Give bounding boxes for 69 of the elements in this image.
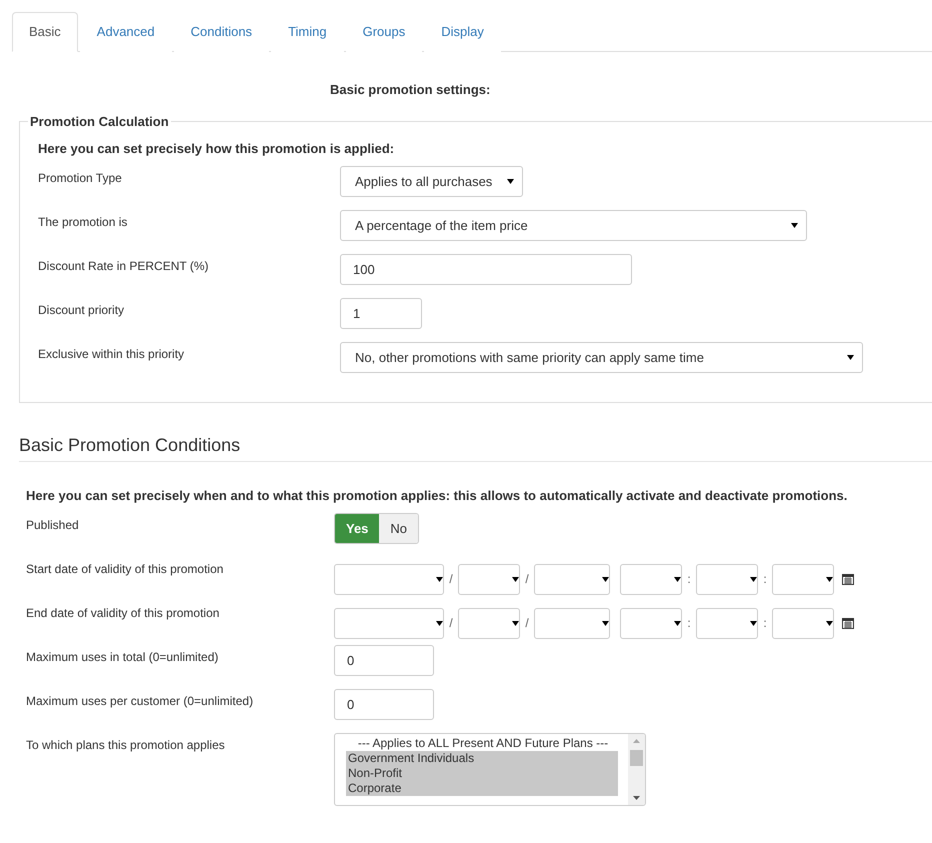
caret-icon: [512, 576, 519, 582]
separator-text: :: [762, 572, 768, 586]
list-option[interactable]: Corporate: [346, 781, 618, 796]
list-option[interactable]: --- Applies to ALL Present AND Future Plans ---: [346, 736, 618, 751]
separator-text: /: [524, 616, 530, 630]
tab[interactable]: Basic: [12, 12, 78, 52]
caret-icon: [750, 576, 757, 582]
toggle-button[interactable]: Yes: [335, 514, 380, 543]
list-option[interactable]: Government Individuals: [346, 751, 618, 766]
page-title: Basic promotion settings:: [330, 82, 492, 98]
dropdown[interactable]: [534, 608, 610, 638]
dropdown[interactable]: [458, 564, 520, 594]
field-label: Start date of validity of this promotion: [26, 561, 224, 578]
fieldset-legend: Promotion Calculation: [28, 114, 171, 129]
dropdown[interactable]: No, other promotions with same priority can apply same time: [340, 342, 863, 373]
dropdown[interactable]: [334, 608, 444, 638]
caret-icon: [826, 620, 833, 626]
calendar-icon[interactable]: [842, 573, 854, 585]
dropdown[interactable]: [534, 564, 610, 594]
separator-text: :: [686, 572, 692, 586]
separator-text: /: [524, 572, 530, 586]
caret-icon: [750, 620, 757, 626]
scrollbar[interactable]: [628, 734, 645, 805]
intro-text: Here you can set precisely how this promotion is applied:: [38, 141, 396, 156]
separator-text: /: [448, 616, 454, 630]
input-field[interactable]: 1: [340, 298, 422, 329]
separator-text: /: [448, 572, 454, 586]
separator-text: :: [762, 616, 768, 630]
field-label: Published: [26, 517, 80, 534]
field-label: Discount priority: [38, 302, 126, 319]
dropdown[interactable]: Applies to all purchases: [340, 166, 523, 197]
caret-icon: [791, 223, 798, 228]
field-label: Maximum uses in total (0=unlimited): [26, 649, 220, 666]
dropdown[interactable]: [772, 564, 834, 594]
caret-icon: [436, 576, 443, 582]
caret-icon: [436, 620, 443, 626]
field-label: The promotion is: [38, 214, 128, 231]
dropdown[interactable]: [620, 608, 682, 638]
toggle-button[interactable]: No: [379, 514, 418, 543]
separator-text: :: [686, 616, 692, 630]
field-label: End date of validity of this promotion: [26, 605, 220, 622]
caret-icon: [674, 576, 681, 582]
input-field[interactable]: 0: [334, 689, 434, 720]
input-field[interactable]: 0: [334, 645, 434, 676]
dropdown[interactable]: [620, 564, 682, 594]
input-field[interactable]: 100: [340, 254, 632, 285]
caret-icon: [826, 576, 833, 582]
dropdown[interactable]: [458, 608, 520, 638]
dropdown[interactable]: [772, 608, 834, 638]
dropdown[interactable]: [696, 608, 758, 638]
field-label: Exclusive within this priority: [38, 346, 186, 363]
caret-icon: [512, 620, 519, 626]
caret-icon: [507, 179, 514, 184]
list-box[interactable]: --- Applies to ALL Present AND Future Plans --- Government Individuals Non-Profit Corporate: [334, 733, 646, 806]
calendar-icon[interactable]: [842, 617, 854, 629]
dropdown[interactable]: A percentage of the item price: [340, 210, 807, 241]
field-label: Maximum uses per customer (0=unlimited): [26, 693, 254, 710]
field-label: Discount Rate in PERCENT (%): [38, 258, 210, 275]
intro-text: Here you can set precisely when and to what this promotion applies: this allows to automatically activate and deactivate promotions.: [26, 488, 848, 503]
section-heading: Basic Promotion Conditions: [19, 435, 932, 462]
list-option[interactable]: Non-Profit: [346, 766, 618, 781]
field-label: To which plans this promotion applies: [26, 737, 226, 754]
caret-icon: [847, 355, 854, 360]
caret-icon: [602, 620, 609, 626]
caret-icon: [674, 620, 681, 626]
dropdown[interactable]: [334, 564, 444, 594]
caret-icon: [602, 576, 609, 582]
dropdown[interactable]: [696, 564, 758, 594]
field-label: Promotion Type: [38, 170, 123, 187]
